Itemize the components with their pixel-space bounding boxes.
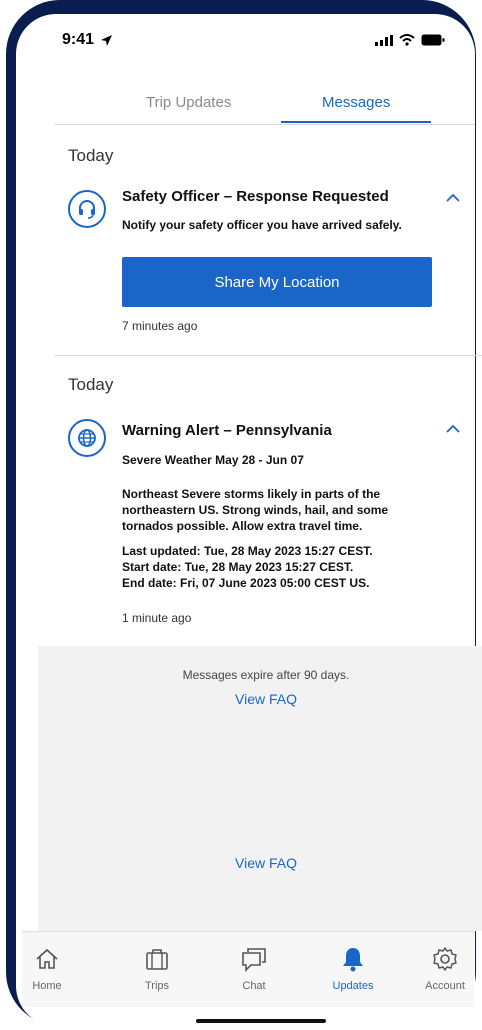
content-layer: Today Safety Officer – Response Requeste… xyxy=(0,0,482,1030)
start-date: Start date: Tue, 28 May 2023 15:27 CEST. xyxy=(122,560,354,574)
home-indicator xyxy=(196,1019,326,1023)
nav-trips[interactable]: Trips xyxy=(122,946,192,992)
nav-chat[interactable]: Chat xyxy=(219,946,289,992)
expire-note: Messages expire after 90 days. xyxy=(182,668,350,682)
nav-label: Updates xyxy=(332,980,374,992)
globe-icon xyxy=(68,419,106,457)
chevron-up-icon[interactable] xyxy=(446,424,460,433)
bell-icon xyxy=(343,948,363,972)
message-body: Notify your safety officer you have arri… xyxy=(122,218,402,232)
end-date: End date: Fri, 07 June 2023 05:00 CEST U… xyxy=(122,576,370,590)
nav-label: Trips xyxy=(144,980,170,992)
chevron-up-icon[interactable] xyxy=(446,193,460,202)
message-subtitle: Severe Weather May 28 - Jun 07 xyxy=(122,453,304,467)
divider xyxy=(54,355,482,356)
share-location-button[interactable]: Share My Location xyxy=(122,257,432,307)
message-timestamp: 1 minute ago xyxy=(122,611,192,625)
last-updated: Last updated: Tue, 28 May 2023 15:27 CES… xyxy=(122,544,373,558)
nav-label: Home xyxy=(32,980,62,992)
home-icon xyxy=(36,948,58,969)
nav-home[interactable]: Home xyxy=(12,946,82,992)
nav-label: Account xyxy=(425,980,465,992)
chat-icon xyxy=(242,948,266,972)
message-body: Northeast Severe storms likely in parts … xyxy=(122,487,389,533)
section-day-label: Today xyxy=(68,375,114,394)
bottom-nav: Home Trips Chat Updates Account xyxy=(22,931,474,1007)
suitcase-icon xyxy=(146,949,168,970)
nav-updates[interactable]: Updates xyxy=(318,946,388,992)
footer-area: Messages expire after 90 days. View FAQ … xyxy=(38,646,482,931)
section-day-label: Today xyxy=(68,146,114,165)
gear-icon xyxy=(433,947,457,971)
view-faq-link[interactable]: View FAQ xyxy=(38,691,482,707)
nav-label: Chat xyxy=(242,980,266,992)
message-title: Warning Alert – Pennsylvania xyxy=(122,422,332,439)
view-faq-link-bottom[interactable]: View FAQ xyxy=(38,855,482,871)
headset-icon xyxy=(68,190,106,228)
nav-account[interactable]: Account xyxy=(410,946,480,992)
message-title: Safety Officer – Response Requested xyxy=(122,188,389,205)
message-timestamp: 7 minutes ago xyxy=(122,319,198,333)
